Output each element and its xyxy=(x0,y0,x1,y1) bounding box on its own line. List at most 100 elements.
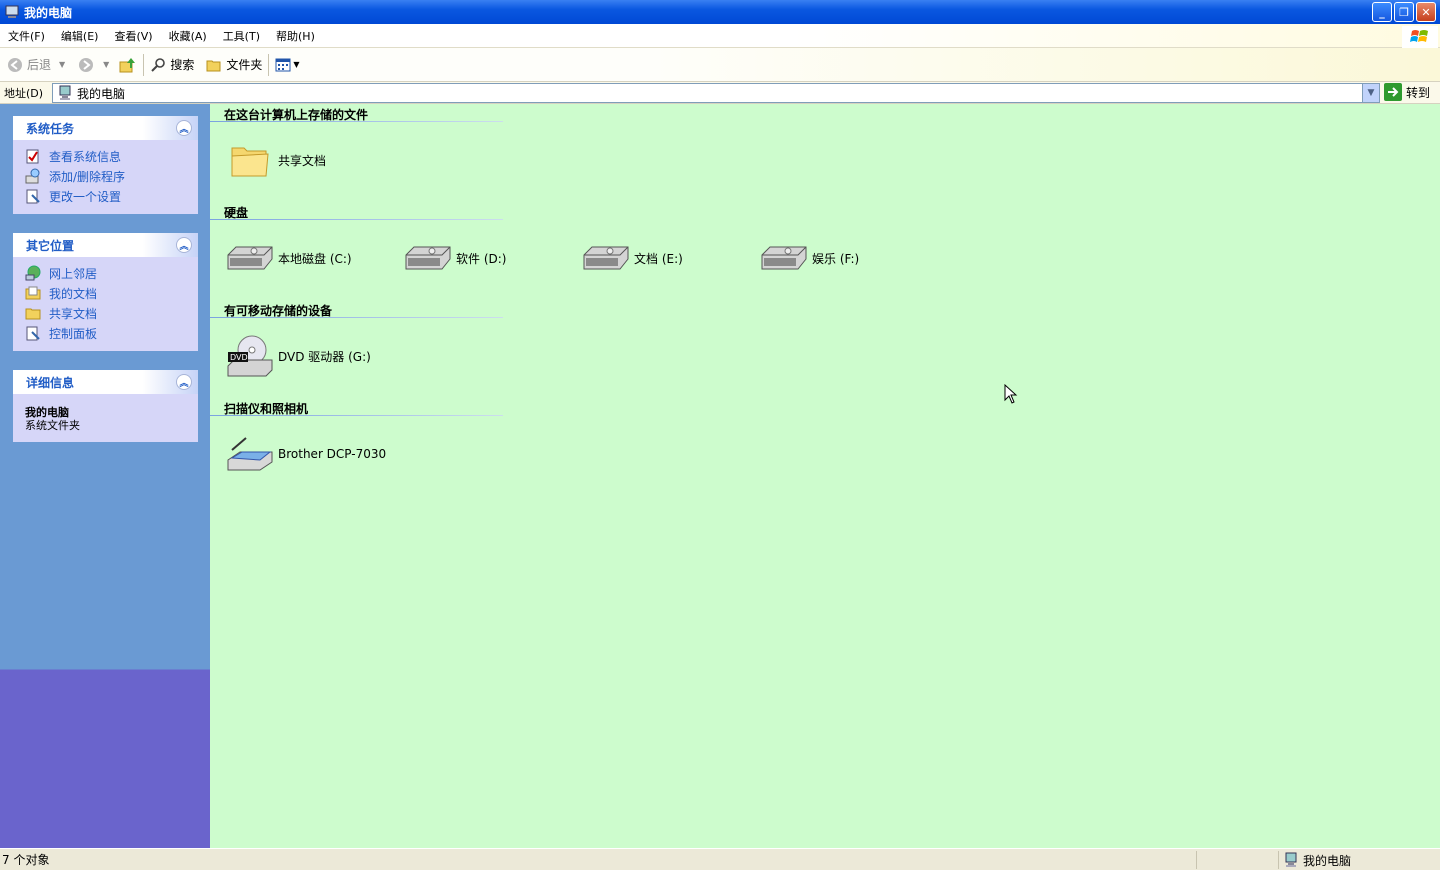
hard-drive-icon xyxy=(405,246,451,270)
my-documents-label: 我的文档 xyxy=(49,286,98,301)
drive-c-item[interactable]: 本地磁盘 (C:) xyxy=(226,234,352,282)
window-title: 我的电脑 xyxy=(24,5,73,20)
folders-label: 文件夹 xyxy=(226,58,263,72)
go-label: 转到 xyxy=(1406,85,1431,100)
system-info-icon xyxy=(26,149,39,164)
menu-edit[interactable]: 编辑(E) xyxy=(53,28,107,44)
forward-arrow-icon xyxy=(79,57,94,72)
address-label: 地址(D) xyxy=(4,86,44,100)
shared-folder-icon xyxy=(25,308,41,320)
drive-d-label: 软件 (D:) xyxy=(456,251,507,266)
views-dropdown-icon: ▼ xyxy=(293,60,300,69)
task-pane: 系统任务 ︽ 查看系统信息 添加/删除程序 更改一个设置 其它位置 ︽ 网上邻居… xyxy=(0,104,210,848)
collapse-icon[interactable]: ︽ xyxy=(176,120,192,136)
view-system-info-label: 查看系统信息 xyxy=(49,149,122,164)
dvd-drive-icon: DVD xyxy=(227,335,273,377)
network-places-label: 网上邻居 xyxy=(49,266,98,281)
drive-f-item[interactable]: 娱乐 (F:) xyxy=(760,234,859,282)
status-cell xyxy=(1196,851,1276,869)
shared-documents-item[interactable]: 共享文档 xyxy=(226,136,326,184)
toolbar-separator xyxy=(143,53,145,76)
drive-d-item[interactable]: 软件 (D:) xyxy=(404,234,506,282)
go-arrow-icon xyxy=(1384,83,1402,101)
up-button[interactable] xyxy=(119,56,137,74)
menu-bar: 文件(F) 编辑(E) 查看(V) 收藏(A) 工具(T) 帮助(H) xyxy=(0,24,1440,48)
control-panel-icon xyxy=(26,326,40,341)
windows-logo xyxy=(1402,26,1438,48)
drive-c-label: 本地磁盘 (C:) xyxy=(278,251,352,266)
forward-button[interactable]: ▼ xyxy=(77,56,109,74)
drive-e-item[interactable]: 文档 (E:) xyxy=(582,234,683,282)
my-computer-icon xyxy=(59,85,71,100)
menu-view[interactable]: 查看(V) xyxy=(106,28,160,44)
network-places-link[interactable]: 网上邻居 xyxy=(25,263,188,283)
add-remove-programs-label: 添加/删除程序 xyxy=(49,169,126,184)
change-setting-label: 更改一个设置 xyxy=(49,189,122,204)
hard-drive-icon xyxy=(227,246,273,270)
search-icon xyxy=(151,57,166,72)
title-bar[interactable]: 我的电脑 _ ❐ ✕ xyxy=(0,0,1440,24)
status-location-cell: 我的电脑 xyxy=(1278,851,1440,869)
collapse-icon[interactable]: ︽ xyxy=(176,237,192,253)
folder-icon xyxy=(206,60,221,71)
address-input[interactable]: 我的电脑 ▼ xyxy=(52,83,1380,103)
add-remove-programs-icon xyxy=(25,168,40,184)
back-dropdown-icon[interactable]: ▼ xyxy=(59,60,65,69)
close-icon: ✕ xyxy=(1421,5,1431,19)
details-name: 我的电脑 xyxy=(25,406,69,419)
other-places-panel: 其它位置 ︽ 网上邻居 我的文档 共享文档 控制面板 xyxy=(13,233,198,351)
control-panel-link[interactable]: 控制面板 xyxy=(25,323,188,343)
system-tasks-panel: 系统任务 ︽ 查看系统信息 添加/删除程序 更改一个设置 xyxy=(13,116,198,214)
back-button[interactable]: 后退 ▼ xyxy=(6,56,65,74)
hard-drive-icon xyxy=(583,246,629,270)
other-places-header[interactable]: 其它位置 ︽ xyxy=(13,233,198,257)
menu-help[interactable]: 帮助(H) xyxy=(268,28,323,44)
search-button[interactable]: 搜索 xyxy=(150,56,194,73)
menu-file[interactable]: 文件(F) xyxy=(0,28,53,44)
scanner-label: Brother DCP-7030 xyxy=(278,447,387,461)
minimize-button[interactable]: _ xyxy=(1372,2,1392,22)
folders-button[interactable]: 文件夹 xyxy=(206,56,262,73)
details-header[interactable]: 详细信息 ︽ xyxy=(13,370,198,394)
shared-documents-link[interactable]: 共享文档 xyxy=(25,303,188,323)
collapse-icon[interactable]: ︽ xyxy=(176,374,192,390)
windows-flag-icon xyxy=(1410,30,1428,42)
scanner-icon xyxy=(227,437,273,471)
address-value: 我的电脑 xyxy=(77,86,126,101)
menu-tools[interactable]: 工具(T) xyxy=(215,28,268,44)
menu-favorites[interactable]: 收藏(A) xyxy=(161,28,215,44)
network-globe-icon xyxy=(25,265,41,281)
go-button[interactable]: 转到 xyxy=(1384,83,1430,101)
my-documents-icon xyxy=(25,286,41,300)
view-system-info-link[interactable]: 查看系统信息 xyxy=(25,146,188,166)
group-divider xyxy=(210,317,503,318)
back-arrow-icon xyxy=(8,57,22,72)
svg-text:DVD: DVD xyxy=(230,353,248,362)
group-divider xyxy=(210,121,503,122)
views-button[interactable]: ▼ xyxy=(275,57,300,73)
restore-button[interactable]: ❐ xyxy=(1394,2,1414,22)
close-button[interactable]: ✕ xyxy=(1416,2,1436,22)
address-dropdown-button[interactable]: ▼ xyxy=(1362,84,1379,102)
system-tasks-header[interactable]: 系统任务 ︽ xyxy=(13,116,198,140)
control-panel-label: 控制面板 xyxy=(49,326,98,341)
restore-icon: ❐ xyxy=(1399,5,1409,19)
standard-toolbar: 后退 ▼ ▼ 搜索 文件夹 ▼ xyxy=(0,48,1440,82)
search-label: 搜索 xyxy=(170,58,195,72)
back-label: 后退 xyxy=(27,58,52,72)
add-remove-programs-link[interactable]: 添加/删除程序 xyxy=(25,166,188,186)
dvd-drive-item[interactable]: DVD DVD 驱动器 (G:) xyxy=(226,332,371,380)
mouse-cursor-icon xyxy=(1004,384,1018,404)
control-panel-icon xyxy=(26,189,40,204)
status-location: 我的电脑 xyxy=(1303,853,1352,868)
my-documents-link[interactable]: 我的文档 xyxy=(25,283,188,303)
other-places-title: 其它位置 xyxy=(26,238,75,253)
hard-drive-icon xyxy=(761,246,807,270)
my-computer-icon xyxy=(1285,852,1297,867)
forward-dropdown-icon[interactable]: ▼ xyxy=(103,60,109,69)
group-divider xyxy=(210,415,503,416)
dvd-drive-label: DVD 驱动器 (G:) xyxy=(278,349,371,364)
content-area: 在这台计算机上存储的文件 共享文档 硬盘 本地磁盘 (C:) 软件 (D:) 文… xyxy=(210,104,1440,848)
change-setting-link[interactable]: 更改一个设置 xyxy=(25,186,188,206)
scanner-item[interactable]: Brother DCP-7030 xyxy=(226,430,386,478)
